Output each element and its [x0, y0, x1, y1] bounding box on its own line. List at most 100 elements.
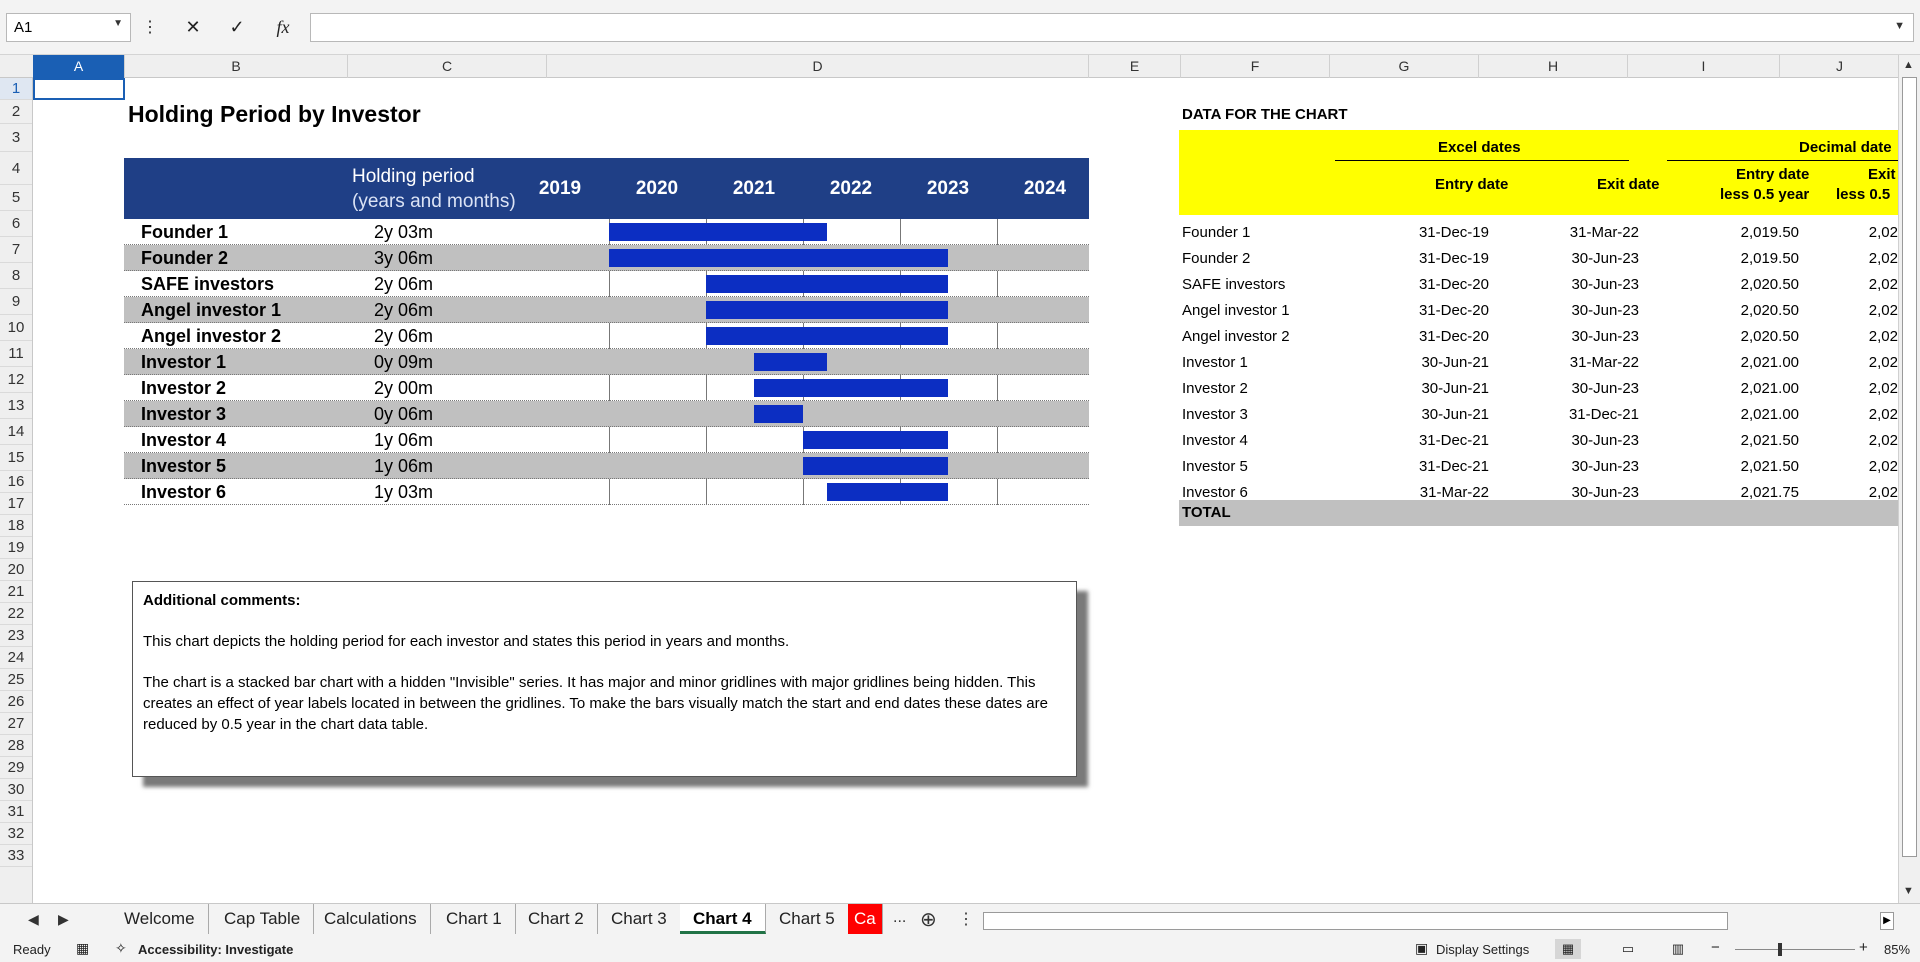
display-settings[interactable]: Display Settings	[1436, 942, 1529, 957]
row-header-32[interactable]: 32	[0, 823, 32, 845]
row-header-6[interactable]: 6	[0, 211, 32, 237]
column-header-i[interactable]: I	[1628, 55, 1780, 78]
row-header-28[interactable]: 28	[0, 735, 32, 757]
zoom-level[interactable]: 85%	[1884, 942, 1910, 957]
total-row: TOTAL	[1179, 500, 1898, 526]
row-header-24[interactable]: 24	[0, 647, 32, 669]
expand-formula-icon[interactable]: ▼	[1894, 20, 1905, 32]
vertical-scrollbar[interactable]: ▲ ▼	[1898, 55, 1920, 903]
group-underline	[1335, 160, 1629, 161]
row-header-1[interactable]: 1	[0, 78, 32, 100]
add-sheet-icon[interactable]: ⊕	[920, 907, 937, 932]
sheet-tab-cap-table[interactable]: Cap Table	[211, 904, 315, 934]
column-header-d[interactable]: D	[547, 55, 1089, 78]
more-tabs[interactable]: ...	[893, 909, 906, 927]
column-header-h[interactable]: H	[1479, 55, 1628, 78]
row-header-9[interactable]: 9	[0, 289, 32, 315]
row-header-2[interactable]: 2	[0, 100, 32, 124]
row-header-19[interactable]: 19	[0, 537, 32, 559]
row-header-7[interactable]: 7	[0, 237, 32, 263]
sheet-tab-welcome[interactable]: Welcome	[111, 904, 209, 934]
row-header-22[interactable]: 22	[0, 603, 32, 625]
col-entry-decimal: Entry date	[1736, 166, 1810, 183]
sheet-tab-chart-1[interactable]: Chart 1	[433, 904, 516, 934]
row-header-29[interactable]: 29	[0, 757, 32, 779]
row-header-3[interactable]: 3	[0, 124, 32, 152]
row-header-25[interactable]: 25	[0, 669, 32, 691]
row-header-13[interactable]: 13	[0, 393, 32, 419]
row-header-26[interactable]: 26	[0, 691, 32, 713]
hscroll-right-icon[interactable]: ▶	[1880, 912, 1894, 930]
column-header-e[interactable]: E	[1089, 55, 1181, 78]
accessibility-icon[interactable]: ✧	[115, 940, 127, 957]
formula-input[interactable]: ▼	[310, 13, 1914, 42]
scroll-down-icon[interactable]: ▼	[1903, 885, 1914, 897]
data-cell-entry-dec: 2,019.50	[1740, 224, 1799, 241]
sheet-tab-ca[interactable]: Ca	[848, 904, 883, 934]
tab-scroll-left-icon[interactable]: ◀	[28, 911, 39, 928]
macro-record-icon[interactable]: ▦	[76, 940, 89, 957]
chevron-down-icon[interactable]: ▼	[113, 18, 123, 29]
zoom-slider[interactable]	[1735, 949, 1855, 950]
column-header-a[interactable]: A	[33, 55, 125, 78]
row-header-15[interactable]: 15	[0, 445, 32, 471]
display-settings-icon[interactable]: ▣	[1415, 940, 1428, 957]
row-header-14[interactable]: 14	[0, 419, 32, 445]
sheet-tab-chart-2[interactable]: Chart 2	[515, 904, 598, 934]
active-cell[interactable]	[33, 78, 125, 100]
zoom-out-icon[interactable]: −	[1711, 939, 1720, 956]
column-header-c[interactable]: C	[348, 55, 547, 78]
column-header-j[interactable]: J	[1780, 55, 1900, 78]
page-break-icon[interactable]: ▥	[1665, 939, 1691, 959]
normal-view-icon[interactable]: ▦	[1555, 939, 1581, 959]
name-box[interactable]: A1 ▼	[6, 13, 131, 42]
row-header-16[interactable]: 16	[0, 471, 32, 493]
enter-icon[interactable]: ✓	[222, 13, 252, 42]
accessibility-status[interactable]: Accessibility: Investigate	[138, 942, 293, 957]
column-header-g[interactable]: G	[1330, 55, 1479, 78]
year-label-2023: 2023	[926, 178, 970, 199]
column-header-b[interactable]: B	[125, 55, 348, 78]
investor-name: Angel investor 2	[141, 326, 282, 346]
row-header-30[interactable]: 30	[0, 779, 32, 801]
row-header-10[interactable]: 10	[0, 315, 32, 341]
tab-options-icon[interactable]: ⋮	[958, 909, 974, 929]
row-header-8[interactable]: 8	[0, 263, 32, 289]
tab-scroll-right-icon[interactable]: ▶	[58, 911, 69, 928]
column-header-f[interactable]: F	[1181, 55, 1330, 78]
insert-function-icon[interactable]: fx	[268, 13, 298, 42]
sheet-tab-calculations[interactable]: Calculations	[311, 904, 431, 934]
row-header-33[interactable]: 33	[0, 845, 32, 867]
zoom-slider-knob[interactable]	[1778, 943, 1782, 956]
cancel-icon[interactable]: ✕	[178, 13, 208, 42]
row-header-4[interactable]: 4	[0, 152, 32, 185]
comments-paragraph-1: This chart depicts the holding period fo…	[143, 633, 790, 650]
scroll-thumb[interactable]	[1902, 77, 1917, 857]
row-header-27[interactable]: 27	[0, 713, 32, 735]
row-header-11[interactable]: 11	[0, 341, 32, 367]
comments-box[interactable]: Additional comments: This chart depicts …	[132, 581, 1077, 777]
investor-name: Investor 3	[141, 404, 227, 424]
zoom-in-icon[interactable]: +	[1859, 939, 1868, 956]
data-cell-exit: 30-Jun-23	[1571, 432, 1639, 449]
horizontal-scrollbar[interactable]	[983, 912, 1728, 930]
data-cell-exit-dec: 2,02	[1868, 224, 1898, 241]
row-header-12[interactable]: 12	[0, 367, 32, 393]
holding-period-value: 3y 06m	[374, 248, 434, 268]
worksheet-grid[interactable]: Holding Period by Investor Holding perio…	[33, 78, 1898, 903]
row-header-5[interactable]: 5	[0, 185, 32, 211]
page-layout-icon[interactable]: ▭	[1615, 939, 1641, 959]
row-header-18[interactable]: 18	[0, 515, 32, 537]
data-cell-name: Investor 6	[1182, 484, 1248, 501]
row-header-23[interactable]: 23	[0, 625, 32, 647]
row-header-20[interactable]: 20	[0, 559, 32, 581]
row-header-21[interactable]: 21	[0, 581, 32, 603]
more-options-icon[interactable]: ⋮	[140, 13, 160, 42]
sheet-tab-chart-5[interactable]: Chart 5	[766, 904, 849, 934]
sheet-tab-chart-4[interactable]: Chart 4	[680, 904, 766, 934]
sheet-tab-chart-3[interactable]: Chart 3	[598, 904, 681, 934]
year-label-2022: 2022	[829, 178, 873, 199]
row-header-31[interactable]: 31	[0, 801, 32, 823]
row-header-17[interactable]: 17	[0, 493, 32, 515]
scroll-up-icon[interactable]: ▲	[1903, 59, 1914, 71]
